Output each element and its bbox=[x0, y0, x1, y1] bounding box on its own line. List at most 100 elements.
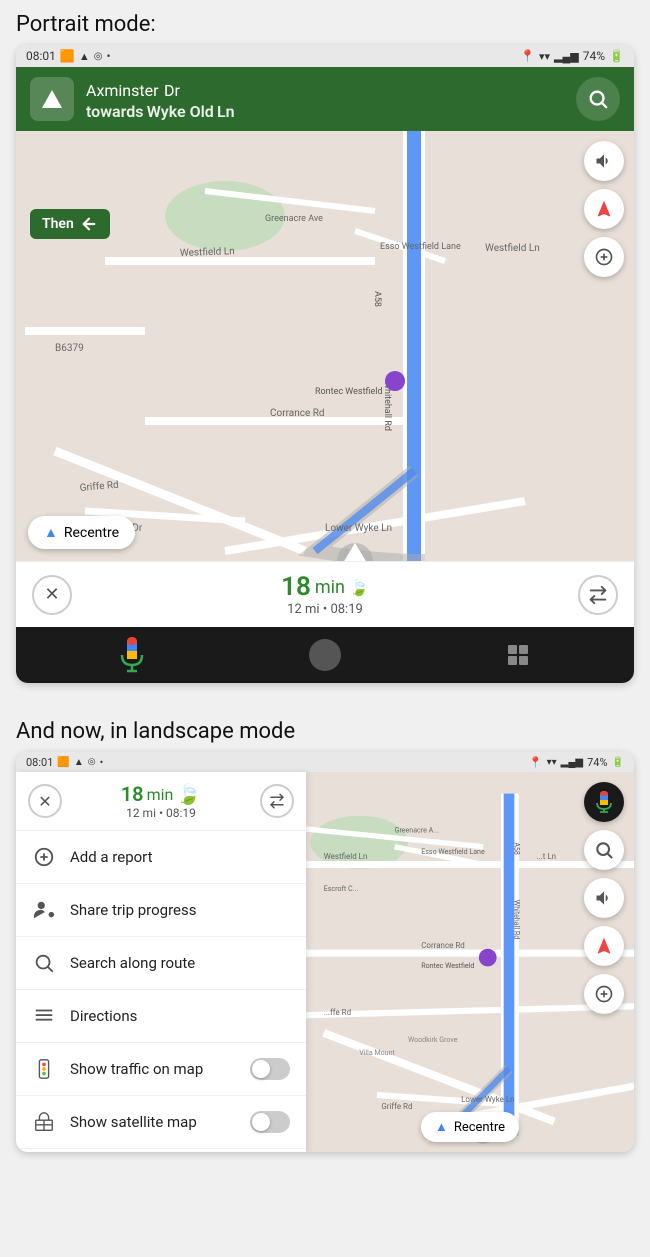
apps-button[interactable] bbox=[498, 635, 538, 675]
ls-mic-button[interactable] bbox=[584, 782, 624, 822]
ls-close-button[interactable]: ✕ bbox=[28, 784, 62, 818]
svg-text:Corrance Rd: Corrance Rd bbox=[270, 408, 325, 419]
traffic-toggle[interactable] bbox=[250, 1058, 290, 1080]
recentre-label: Recentre bbox=[64, 525, 119, 541]
ls-time: 08:01 bbox=[26, 756, 53, 769]
then-banner: Then bbox=[30, 209, 110, 239]
ls-distance: 12 mi bbox=[126, 806, 156, 820]
svg-text:Villa Mount: Villa Mount bbox=[359, 1048, 395, 1057]
recentre-button[interactable]: ▲ Recentre bbox=[28, 516, 135, 549]
traffic-label: Show traffic on map bbox=[70, 1060, 236, 1078]
ls-volume-button[interactable] bbox=[584, 878, 624, 918]
list-icon bbox=[32, 1004, 56, 1028]
recentre-icon: ▲ bbox=[44, 524, 58, 541]
nav-text: Axminster Dr towards Wyke Old Ln bbox=[86, 77, 564, 121]
route-options-button[interactable] bbox=[578, 575, 618, 615]
menu-item-satellite[interactable]: Show satellite map bbox=[16, 1096, 306, 1149]
svg-text:Whitehall Rd: Whitehall Rd bbox=[512, 900, 521, 939]
menu-item-directions[interactable]: Directions bbox=[16, 990, 306, 1043]
trip-details: 12 mi • 08:19 bbox=[72, 602, 578, 617]
home-button[interactable] bbox=[305, 635, 345, 675]
svg-text:Esso Westfield Lane: Esso Westfield Lane bbox=[421, 847, 485, 856]
ls-recentre-icon: ▲ bbox=[435, 1119, 448, 1135]
person-share-icon bbox=[32, 898, 56, 922]
add-report-button[interactable] bbox=[584, 237, 624, 277]
trip-info: 18 min 🍃 12 mi • 08:19 bbox=[72, 572, 578, 617]
trip-eta: 08:19 bbox=[330, 602, 362, 617]
left-panel: ✕ 18 min 🍃 12 mi • 08:19 bbox=[16, 772, 306, 1152]
directions-label: Directions bbox=[70, 1007, 290, 1025]
search-route-icon bbox=[32, 951, 56, 975]
svg-text:Rontec Westfield: Rontec Westfield bbox=[421, 961, 474, 970]
time-display: 08:01 bbox=[26, 49, 56, 63]
nav-street: Axminster Dr bbox=[86, 77, 564, 102]
warning-icon: ▲ bbox=[79, 50, 90, 63]
menu-item-settings[interactable]: Settings bbox=[16, 1149, 306, 1152]
menu-item-search-route[interactable]: Search along route bbox=[16, 937, 306, 990]
svg-text:Westfield Ln: Westfield Ln bbox=[324, 852, 368, 861]
ls-notif-icon: 🟧 bbox=[57, 757, 69, 768]
eco-leaf-icon: 🍃 bbox=[349, 578, 369, 597]
search-button[interactable] bbox=[576, 77, 620, 121]
ls-eco-leaf-icon: 🍃 bbox=[176, 782, 201, 806]
dot-icon: • bbox=[106, 49, 110, 63]
ls-location-button[interactable] bbox=[584, 926, 624, 966]
search-route-label: Search along route bbox=[70, 954, 290, 972]
ls-route-options-button[interactable] bbox=[260, 784, 294, 818]
map-area: Then bbox=[16, 131, 634, 561]
plus-circle-icon bbox=[32, 845, 56, 869]
satellite-label: Show satellite map bbox=[70, 1113, 236, 1131]
status-bar: 08:01 🟧 ▲ ◎ • 📍 ▾▾ ▂▄▆ 74% 🔋 bbox=[16, 45, 634, 67]
map-controls bbox=[584, 141, 624, 277]
ls-trip-time: 18 min 🍃 bbox=[62, 782, 260, 806]
svg-text:Griffe Rd: Griffe Rd bbox=[381, 1102, 412, 1111]
battery-text: 74% bbox=[583, 49, 605, 63]
menu-item-share-trip[interactable]: Share trip progress bbox=[16, 884, 306, 937]
close-navigation-button[interactable]: ✕ bbox=[32, 575, 72, 615]
ls-wifi-icon: ▾▾ bbox=[547, 757, 557, 768]
portrait-mode-title: Portrait mode: bbox=[0, 0, 650, 45]
volume-button[interactable] bbox=[584, 141, 624, 181]
nav-footer: ✕ 18 min 🍃 12 mi • 08:19 bbox=[16, 561, 634, 627]
ls-status-right: 📍 ▾▾ ▂▄▆ 74% 🔋 bbox=[529, 756, 624, 769]
ls-battery-text: 74% bbox=[587, 756, 607, 769]
notification-icon: 🟧 bbox=[60, 49, 75, 63]
landscape-mode-container: 08:01 🟧 ▲ ◎ • 📍 ▾▾ ▂▄▆ 74% 🔋 ✕ 18 min bbox=[16, 752, 634, 1152]
traffic-icon bbox=[32, 1057, 56, 1081]
traffic-toggle-knob bbox=[252, 1060, 270, 1078]
svg-text:...t Ln: ...t Ln bbox=[536, 852, 556, 861]
portrait-mode-container: 08:01 🟧 ▲ ◎ • 📍 ▾▾ ▂▄▆ 74% 🔋 Axminster D… bbox=[16, 45, 634, 683]
ls-circle-icon: ◎ bbox=[88, 757, 96, 767]
ls-search-button[interactable] bbox=[584, 830, 624, 870]
ls-recentre-button[interactable]: ▲ Recentre bbox=[421, 1112, 519, 1142]
menu-item-traffic[interactable]: Show traffic on map bbox=[16, 1043, 306, 1096]
nav-header: Axminster Dr towards Wyke Old Ln bbox=[16, 67, 634, 131]
ls-add-report-button[interactable] bbox=[584, 974, 624, 1014]
svg-text:Esso Westfield Lane: Esso Westfield Lane bbox=[380, 242, 461, 252]
ls-signal-icon: ▂▄▆ bbox=[561, 757, 583, 768]
map-svg: Westfield Ln Greenacre Ave Esso Westfiel… bbox=[16, 131, 634, 561]
svg-text:B6379: B6379 bbox=[55, 343, 84, 354]
bottom-bar bbox=[16, 627, 634, 683]
signal-icon: ▂▄▆ bbox=[554, 50, 579, 63]
trip-time-unit: min bbox=[315, 577, 345, 598]
ls-trip-info: 18 min 🍃 12 mi • 08:19 bbox=[62, 782, 260, 820]
mic-button[interactable] bbox=[112, 635, 152, 675]
home-indicator-circle bbox=[309, 639, 341, 671]
svg-text:Woodkirk Grove: Woodkirk Grove bbox=[408, 1035, 458, 1044]
svg-text:Westfield Ln: Westfield Ln bbox=[485, 242, 540, 254]
trip-distance: 12 mi bbox=[287, 602, 319, 617]
svg-text:Greenacre A...: Greenacre A... bbox=[395, 826, 439, 835]
add-report-label: Add a report bbox=[70, 848, 290, 866]
satellite-toggle[interactable] bbox=[250, 1111, 290, 1133]
svg-text:Greenacre Ave: Greenacre Ave bbox=[265, 214, 323, 224]
svg-text:Westfield Ln: Westfield Ln bbox=[180, 245, 235, 259]
menu-item-add-report[interactable]: Add a report bbox=[16, 831, 306, 884]
menu-list: Add a report Share trip progress bbox=[16, 831, 306, 1152]
svg-text:Corrance Rd: Corrance Rd bbox=[421, 941, 465, 950]
status-bar-left: 08:01 🟧 ▲ ◎ • bbox=[26, 49, 111, 63]
ls-trip-details: 12 mi • 08:19 bbox=[62, 806, 260, 820]
ls-eta: 08:19 bbox=[166, 806, 196, 820]
location-arrow-button[interactable] bbox=[584, 189, 624, 229]
ls-trip-time-value: 18 bbox=[121, 782, 144, 806]
